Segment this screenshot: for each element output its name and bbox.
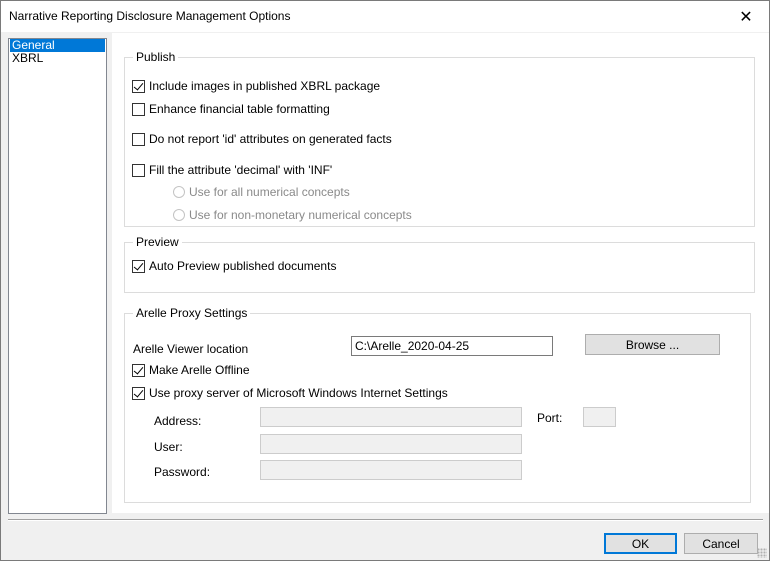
user-input[interactable] bbox=[260, 434, 522, 454]
port-label: Port: bbox=[537, 411, 563, 425]
enhance-tables-checkbox[interactable] bbox=[132, 102, 145, 116]
address-label: Address: bbox=[154, 414, 202, 428]
make-offline-option[interactable]: Make Arelle Offline bbox=[132, 363, 250, 377]
password-input[interactable] bbox=[260, 460, 522, 480]
no-id-attributes-label: Do not report 'id' attributes on generat… bbox=[149, 132, 392, 146]
viewer-location-label: Arelle Viewer location bbox=[133, 342, 249, 356]
cancel-button[interactable]: Cancel bbox=[684, 533, 758, 554]
use-proxy-checkbox[interactable] bbox=[132, 386, 145, 400]
nav-item-xbrl[interactable]: XBRL bbox=[10, 52, 105, 65]
make-offline-label: Make Arelle Offline bbox=[149, 363, 250, 377]
use-proxy-option[interactable]: Use proxy server of Microsoft Windows In… bbox=[132, 386, 448, 400]
radio-all-numerical[interactable]: Use for all numerical concepts bbox=[173, 185, 350, 199]
preview-legend: Preview bbox=[133, 235, 182, 249]
publish-legend: Publish bbox=[133, 50, 179, 64]
address-input[interactable] bbox=[260, 407, 522, 427]
category-list[interactable]: General XBRL bbox=[8, 38, 107, 514]
dialog-title: Narrative Reporting Disclosure Managemen… bbox=[9, 9, 291, 23]
port-input[interactable] bbox=[583, 407, 616, 427]
enhance-tables-option[interactable]: Enhance financial table formatting bbox=[132, 102, 330, 116]
include-images-option[interactable]: Include images in published XBRL package bbox=[132, 79, 380, 93]
close-icon[interactable]: ✕ bbox=[723, 1, 769, 32]
include-images-label: Include images in published XBRL package bbox=[149, 79, 381, 93]
browse-button[interactable]: Browse ... bbox=[585, 334, 720, 355]
use-proxy-label: Use proxy server of Microsoft Windows In… bbox=[149, 386, 448, 400]
radio-all-numerical-label: Use for all numerical concepts bbox=[189, 185, 350, 199]
ok-button[interactable]: OK bbox=[604, 533, 677, 554]
title-bar: Narrative Reporting Disclosure Managemen… bbox=[1, 1, 769, 32]
include-images-checkbox[interactable] bbox=[132, 79, 145, 93]
resize-grip-icon[interactable] bbox=[757, 548, 767, 558]
fill-decimal-checkbox[interactable] bbox=[132, 163, 145, 177]
radio-non-monetary-label: Use for non-monetary numerical concepts bbox=[189, 208, 412, 222]
fill-decimal-label: Fill the attribute 'decimal' with 'INF' bbox=[149, 163, 333, 177]
user-label: User: bbox=[154, 440, 183, 454]
arelle-proxy-legend: Arelle Proxy Settings bbox=[133, 306, 251, 320]
publish-group: Publish Include images in published XBRL… bbox=[124, 50, 755, 227]
radio-non-monetary[interactable]: Use for non-monetary numerical concepts bbox=[173, 208, 412, 222]
auto-preview-checkbox[interactable] bbox=[132, 259, 145, 273]
no-id-attributes-option[interactable]: Do not report 'id' attributes on generat… bbox=[132, 132, 392, 146]
no-id-attributes-checkbox[interactable] bbox=[132, 132, 145, 146]
radio-non-monetary-button[interactable] bbox=[173, 209, 185, 221]
footer-separator bbox=[8, 519, 763, 521]
radio-all-numerical-button[interactable] bbox=[173, 186, 185, 198]
options-dialog: Narrative Reporting Disclosure Managemen… bbox=[0, 0, 770, 561]
make-offline-checkbox[interactable] bbox=[132, 363, 145, 377]
viewer-location-input[interactable]: C:\Arelle_2020-04-25 bbox=[351, 336, 553, 356]
settings-panel: Publish Include images in published XBRL… bbox=[112, 33, 769, 513]
auto-preview-label: Auto Preview published documents bbox=[149, 259, 337, 273]
fill-decimal-option[interactable]: Fill the attribute 'decimal' with 'INF' bbox=[132, 163, 332, 177]
arelle-proxy-group: Arelle Proxy Settings Arelle Viewer loca… bbox=[124, 306, 751, 503]
password-label: Password: bbox=[154, 465, 211, 479]
preview-group: Preview Auto Preview published documents bbox=[124, 235, 755, 293]
enhance-tables-label: Enhance financial table formatting bbox=[149, 102, 330, 116]
auto-preview-option[interactable]: Auto Preview published documents bbox=[132, 259, 336, 273]
